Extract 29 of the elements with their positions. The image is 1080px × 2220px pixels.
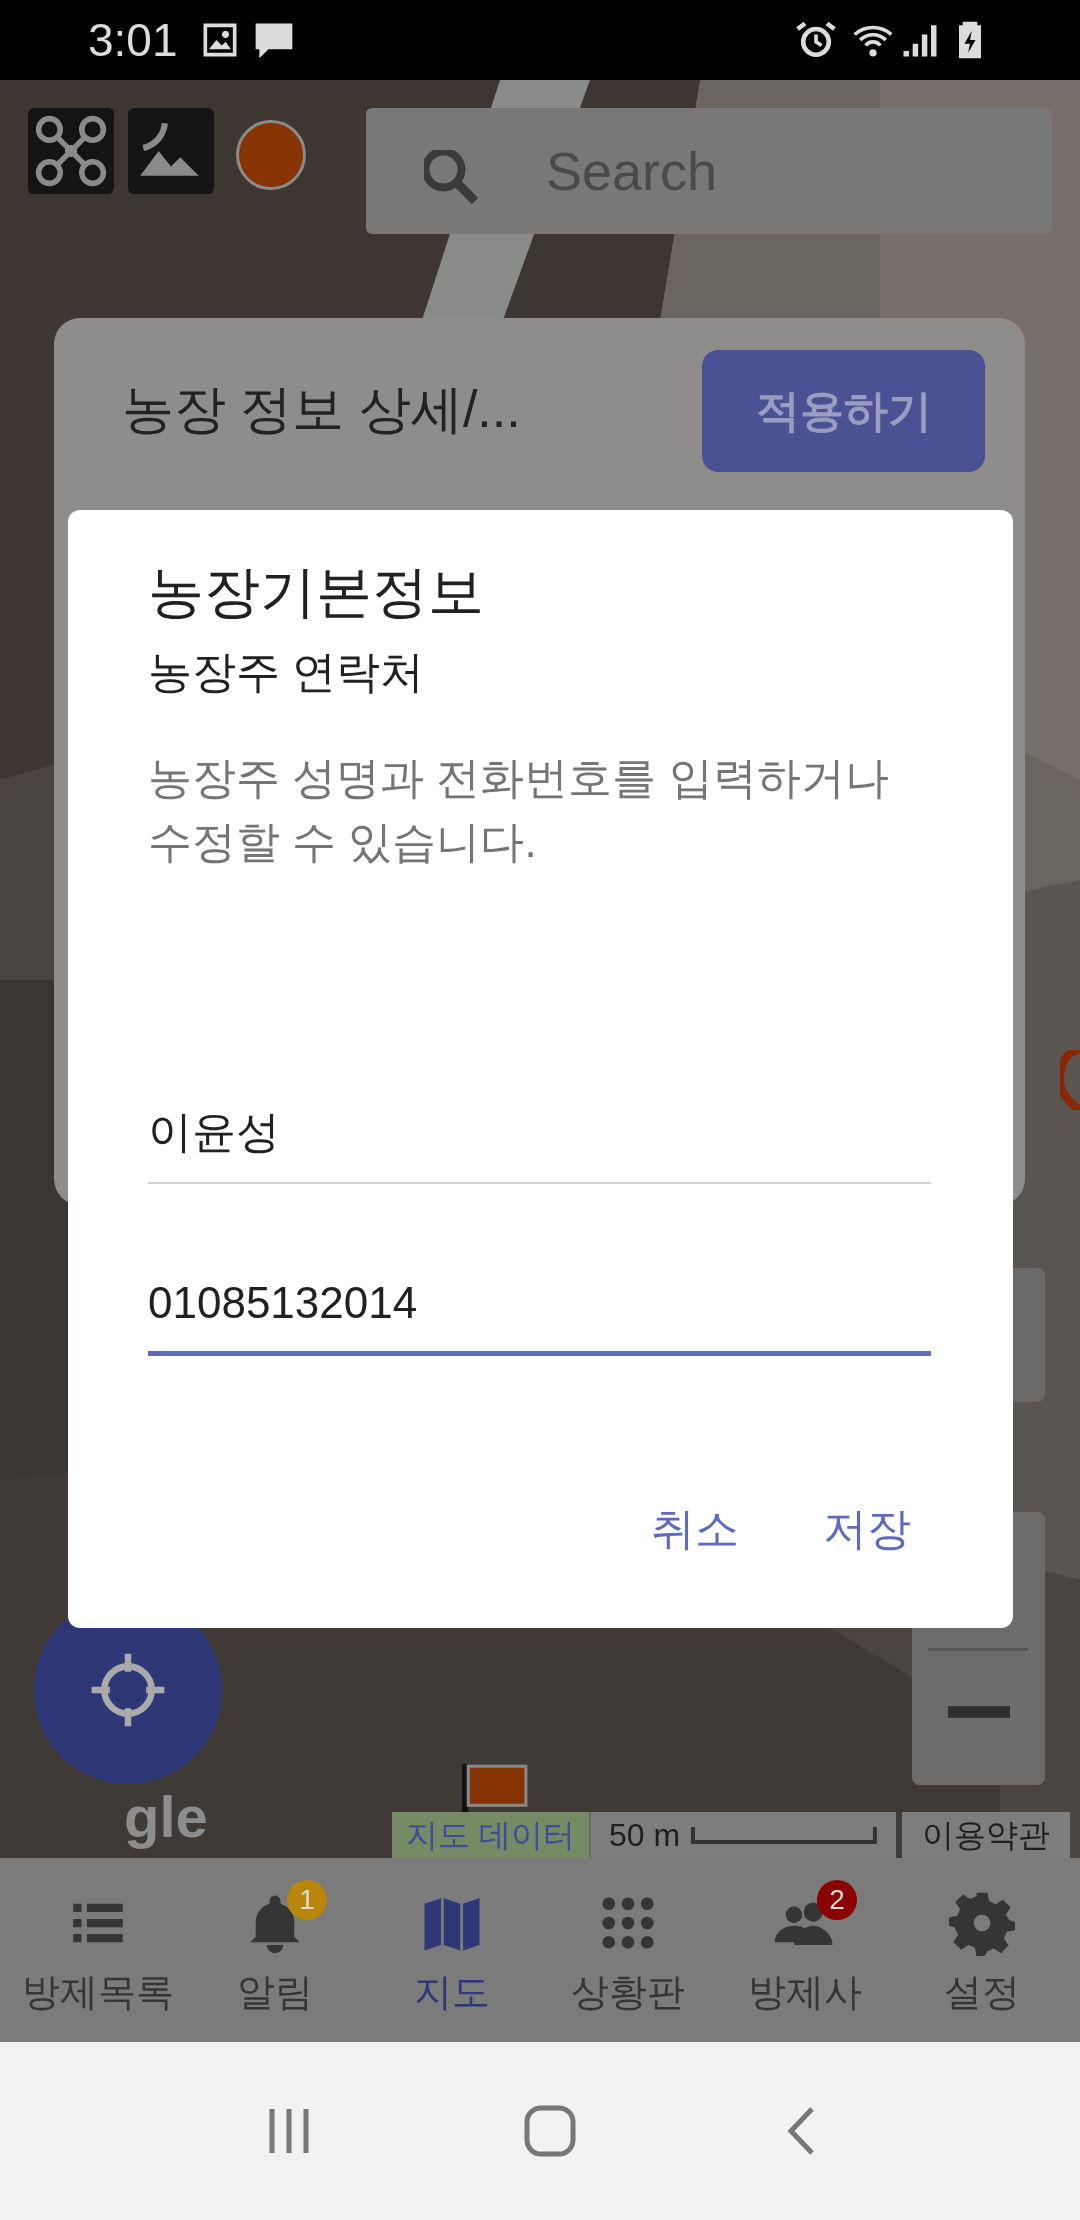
count-badge: 1	[287, 1880, 327, 1920]
nav-tab[interactable]: 방제사 2	[716, 1858, 894, 2042]
map-marker-icon	[1060, 1050, 1080, 1110]
status-time: 3:01	[88, 12, 178, 68]
nav-tab[interactable]: 알림 1	[186, 1858, 364, 2042]
map-data-link[interactable]: 지도 데이터	[392, 1812, 591, 1858]
dialog-subtitle: 농장주 연락처	[148, 645, 425, 698]
apply-button[interactable]: 적용하기	[702, 350, 985, 472]
dialog-button[interactable]: 저장	[801, 1485, 933, 1572]
home-icon	[523, 2104, 577, 2158]
nav-tab[interactable]: 설정	[893, 1858, 1071, 2042]
scale-bar-icon	[690, 1825, 878, 1845]
nav-tab[interactable]: 방제목록	[10, 1858, 187, 2042]
search-icon	[424, 150, 478, 204]
input-field[interactable]: 01085132014	[148, 1255, 931, 1356]
landscape-icon	[128, 108, 214, 194]
terms-link[interactable]: 이용약관	[901, 1812, 1070, 1858]
scale-label: 50 m	[608, 1816, 681, 1855]
back-icon	[785, 2106, 816, 2156]
drone-icon	[28, 108, 114, 194]
nav-tab[interactable]: 상황판	[540, 1858, 717, 2042]
nav-tab[interactable]: 지도	[363, 1858, 540, 2042]
dialog-description: 농장주 성명과 전화번호를 입력하거나 수정할 수 있습니다.	[148, 752, 890, 868]
card-title: 농장 정보 상세/...	[122, 379, 521, 440]
minus-icon	[948, 1706, 1010, 1718]
dialog-title: 농장기본정보	[148, 559, 484, 625]
count-badge: 2	[817, 1880, 857, 1920]
dialog-button[interactable]: 취소	[629, 1485, 761, 1572]
input-field[interactable]: 이윤성	[148, 1083, 931, 1184]
